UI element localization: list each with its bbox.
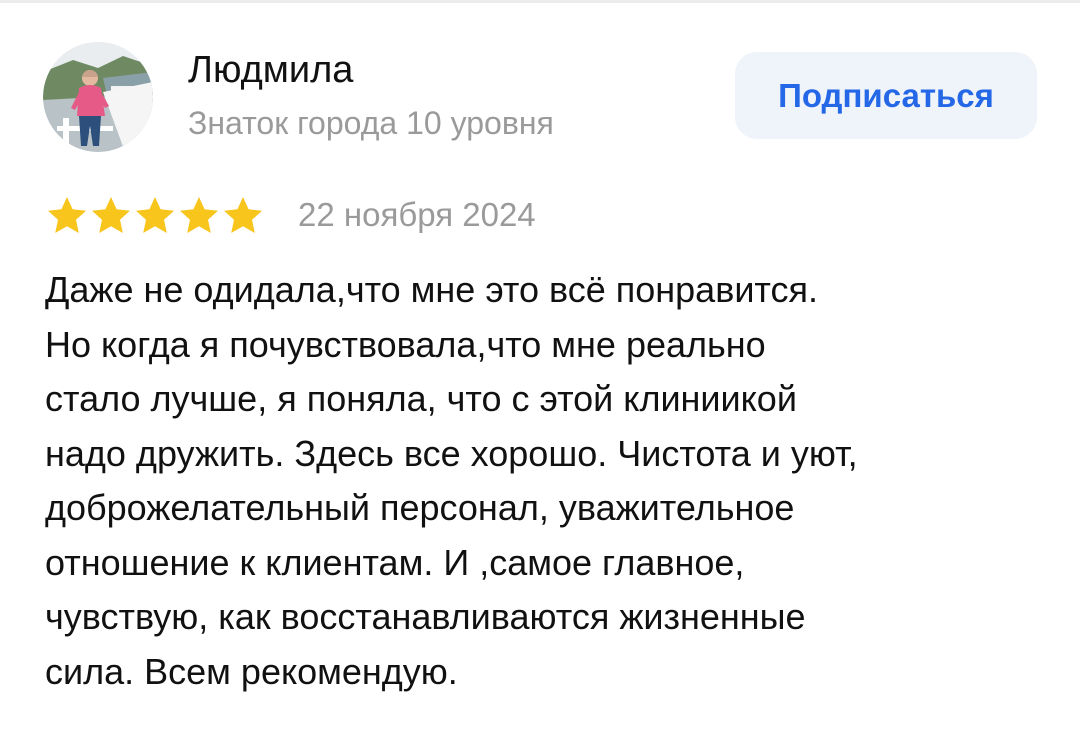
author-name[interactable]: Людмила — [188, 46, 353, 94]
review-card: Людмила Знаток города 10 уровня Подписат… — [0, 0, 1080, 733]
star-rating — [45, 194, 265, 238]
author-level: Знаток города 10 уровня — [188, 105, 554, 141]
star-icon — [89, 194, 133, 238]
star-icon — [133, 194, 177, 238]
star-icon — [45, 194, 89, 238]
review-text-line: чувствую, как восстанавливаются жизненны… — [45, 596, 806, 637]
review-text-line: Но когда я почувствовала,что мне реально — [45, 323, 766, 365]
author-avatar[interactable] — [43, 42, 153, 152]
review-text-line: отношение к клиентам. И ,самое главное, — [45, 541, 745, 583]
star-icon — [177, 194, 221, 238]
top-divider — [0, 0, 1080, 3]
user-photo-icon — [43, 42, 153, 152]
review-text-line: надо дружить. Здесь все хорошо. Чистота … — [45, 432, 858, 474]
review-text-line: стало лучше, я поняла, что с этой клинии… — [45, 378, 797, 419]
star-icon — [221, 194, 265, 238]
review-text-line: сила. Всем рекомендую. — [45, 650, 458, 692]
review-text: Даже не одидала,что мне это всё понравит… — [45, 263, 1045, 699]
review-text-line: доброжелательный персонал, уважительное — [45, 487, 795, 528]
review-date: 22 ноября 2024 — [298, 196, 536, 233]
subscribe-button[interactable]: Подписаться — [735, 52, 1037, 139]
review-text-line: Даже не одидала,что мне это всё понравит… — [45, 269, 819, 310]
